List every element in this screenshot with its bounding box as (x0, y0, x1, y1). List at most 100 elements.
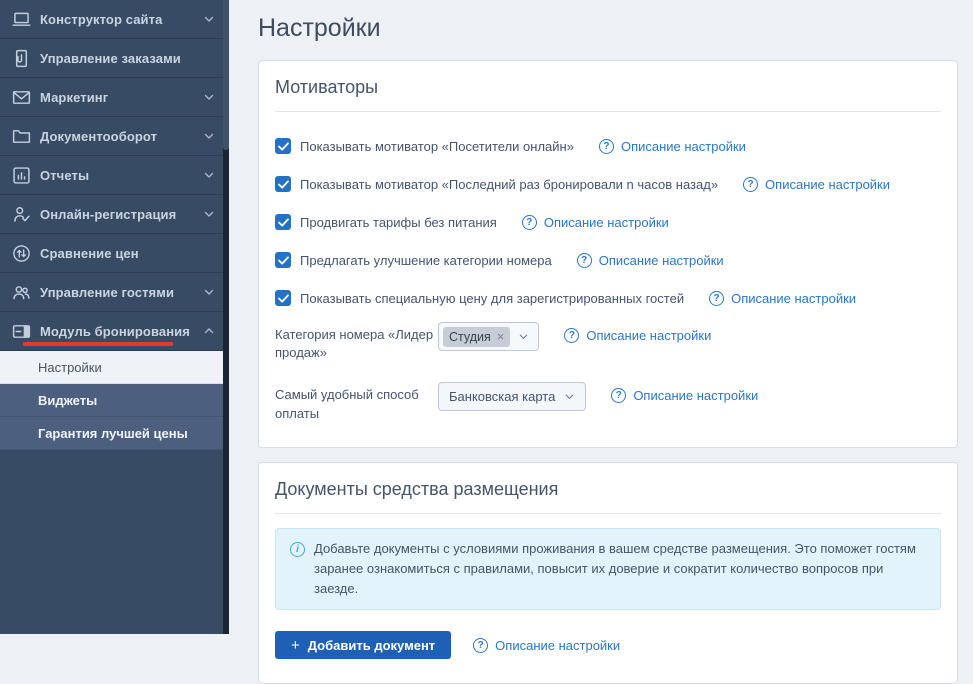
main-content: Настройки Мотиваторы Показывать мотивато… (229, 0, 973, 634)
chevron-down-icon (203, 91, 215, 103)
submenu-item-label: Виджеты (38, 393, 97, 408)
question-icon: ? (611, 388, 626, 403)
chevron-down-icon (518, 331, 529, 342)
button-row: + Добавить документ ? Описание настройки (275, 631, 941, 659)
question-icon: ? (564, 328, 579, 343)
booking-module-icon (10, 320, 32, 342)
sidebar-item-label: Маркетинг (40, 90, 203, 105)
help-link-label: Описание настройки (765, 177, 890, 192)
question-icon: ? (709, 291, 724, 306)
document-icon (10, 47, 32, 69)
bar-chart-icon (10, 164, 32, 186)
envelope-icon (10, 86, 32, 108)
laptop-icon (10, 8, 32, 30)
remove-tag-icon[interactable]: × (497, 330, 505, 343)
checkbox-row: Продвигать тарифы без питания ? Описание… (275, 214, 941, 230)
help-link-label: Описание настройки (731, 291, 856, 306)
sidebar-item-document-flow[interactable]: Документооборот (0, 117, 229, 156)
sidebar-subitem-best-price-guarantee[interactable]: Гарантия лучшей цены (0, 417, 229, 450)
help-link[interactable]: ? Описание настройки (522, 215, 669, 230)
documents-card: Документы средства размещения i Добавьте… (258, 462, 958, 684)
sidebar-item-order-management[interactable]: Управление заказами (0, 39, 229, 78)
checkbox-label: Показывать специальную цену для зарегист… (300, 291, 684, 306)
checkbox-row: Предлагать улучшение категории номера ? … (275, 252, 941, 268)
checkbox-row: Показывать мотиватор «Посетители онлайн»… (275, 138, 941, 154)
motivators-card-title: Мотиваторы (275, 74, 941, 112)
sidebar-item-label: Управление заказами (40, 51, 217, 66)
sidebar-item-label: Онлайн-регистрация (40, 207, 203, 222)
sidebar: Конструктор сайта Управление заказами Ма… (0, 0, 229, 634)
checkbox-row: Показывать специальную цену для зарегист… (275, 290, 941, 306)
price-compare-icon (10, 242, 32, 264)
sidebar-item-label: Модуль бронирования (40, 324, 203, 339)
sidebar-subitem-settings[interactable]: Настройки (0, 351, 229, 384)
checkbox-special-price[interactable] (275, 290, 291, 306)
payment-method-select[interactable]: Банковская карта (438, 382, 586, 411)
checkbox-label: Показывать мотиватор «Посетители онлайн» (300, 139, 574, 154)
help-link[interactable]: ? Описание настройки (611, 388, 758, 403)
help-link-label: Описание настройки (495, 638, 620, 653)
field-row: Категория номера «Лидер продаж» Студия ×… (275, 322, 941, 362)
help-link[interactable]: ? Описание настройки (564, 328, 711, 343)
person-check-icon (10, 203, 32, 225)
motivators-card: Мотиваторы Показывать мотиватор «Посетит… (258, 60, 958, 448)
help-link[interactable]: ? Описание настройки (473, 638, 620, 653)
sidebar-item-label: Управление гостями (40, 285, 203, 300)
selected-tag: Студия × (443, 327, 510, 347)
people-icon (10, 281, 32, 303)
sidebar-subitem-widgets[interactable]: Виджеты (0, 384, 229, 417)
chevron-down-icon (203, 169, 215, 181)
sidebar-item-reports[interactable]: Отчеты (0, 156, 229, 195)
help-link-label: Описание настройки (544, 215, 669, 230)
sidebar-item-online-registration[interactable]: Онлайн-регистрация (0, 195, 229, 234)
help-link[interactable]: ? Описание настройки (709, 291, 856, 306)
active-section-underline (23, 342, 173, 346)
sidebar-item-site-builder[interactable]: Конструктор сайта (0, 0, 229, 39)
help-link[interactable]: ? Описание настройки (599, 139, 746, 154)
sidebar-item-label: Документооборот (40, 129, 203, 144)
sidebar-item-label: Конструктор сайта (40, 12, 203, 27)
help-link[interactable]: ? Описание настройки (577, 253, 724, 268)
help-link[interactable]: ? Описание настройки (743, 177, 890, 192)
field-label: Самый удобный способ оплаты (275, 382, 438, 422)
page-title: Настройки (258, 14, 958, 43)
chevron-down-icon (203, 208, 215, 220)
question-icon: ? (743, 177, 758, 192)
info-text: Добавьте документы с условиями проживани… (314, 539, 926, 599)
checkbox-label: Продвигать тарифы без питания (300, 215, 497, 230)
sidebar-item-marketing[interactable]: Маркетинг (0, 78, 229, 117)
question-icon: ? (473, 638, 488, 653)
sidebar-item-label: Сравнение цен (40, 246, 217, 261)
checkbox-room-upgrade[interactable] (275, 252, 291, 268)
add-document-button[interactable]: + Добавить документ (275, 631, 451, 659)
help-link-label: Описание настройки (621, 139, 746, 154)
add-document-button-label: Добавить документ (308, 638, 435, 653)
help-link-label: Описание настройки (586, 328, 711, 343)
sidebar-item-booking-module[interactable]: Модуль бронирования (0, 312, 229, 351)
info-icon: i (290, 542, 305, 557)
submenu-item-label: Настройки (38, 360, 102, 375)
info-box: i Добавьте документы с условиями прожива… (275, 528, 941, 610)
chevron-down-icon (203, 13, 215, 25)
sidebar-item-price-comparison[interactable]: Сравнение цен (0, 234, 229, 273)
chevron-down-icon (203, 130, 215, 142)
chevron-down-icon (564, 391, 575, 402)
documents-card-title: Документы средства размещения (275, 476, 941, 514)
help-link-label: Описание настройки (599, 253, 724, 268)
plus-icon: + (291, 638, 300, 653)
sidebar-item-guest-management[interactable]: Управление гостями (0, 273, 229, 312)
chevron-up-icon (203, 325, 215, 337)
checkbox-label: Показывать мотиватор «Последний раз брон… (300, 177, 718, 192)
sidebar-item-label: Отчеты (40, 168, 203, 183)
checkbox-last-booked-hours[interactable] (275, 176, 291, 192)
submenu-item-label: Гарантия лучшей цены (38, 426, 188, 441)
checkbox-row: Показывать мотиватор «Последний раз брон… (275, 176, 941, 192)
checkbox-online-visitors[interactable] (275, 138, 291, 154)
checkbox-promote-tariffs[interactable] (275, 214, 291, 230)
room-category-multiselect[interactable]: Студия × (438, 322, 539, 351)
question-icon: ? (577, 253, 592, 268)
help-link-label: Описание настройки (633, 388, 758, 403)
tag-label: Студия (449, 330, 491, 344)
folder-icon (10, 125, 32, 147)
field-label: Категория номера «Лидер продаж» (275, 322, 438, 362)
